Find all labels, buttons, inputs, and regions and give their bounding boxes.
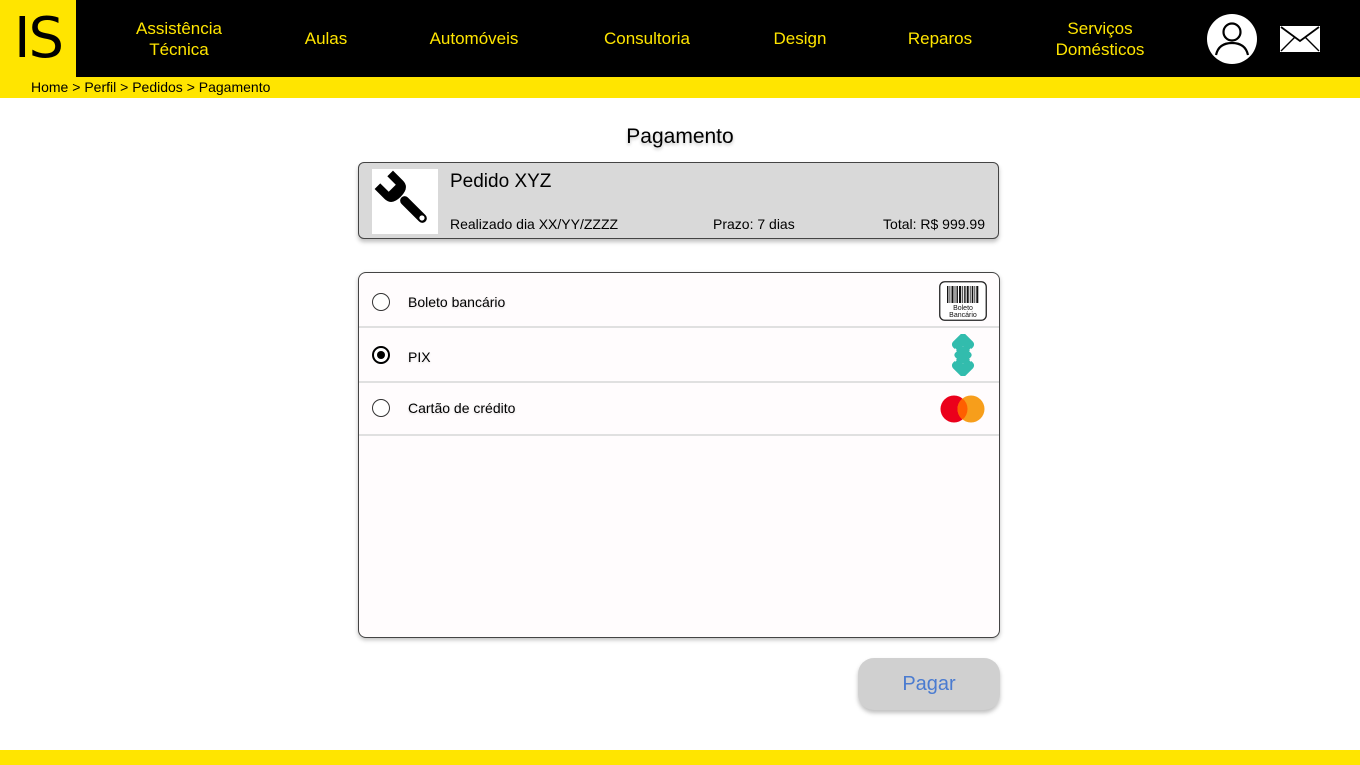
- breadcrumb-home[interactable]: Home: [31, 79, 68, 95]
- user-avatar-icon[interactable]: [1207, 14, 1257, 64]
- payment-label-cartao: Cartão de crédito: [408, 400, 516, 416]
- nav-item-reparos[interactable]: Reparos: [895, 0, 985, 77]
- order-name: Pedido XYZ: [450, 171, 552, 192]
- order-date: Realizado dia XX/YY/ZZZZ: [450, 216, 619, 232]
- nav-label: Consultoria: [604, 29, 690, 48]
- top-navigation-bar: IS Assistência Técnica Aulas Automóveis C…: [0, 0, 1360, 77]
- breadcrumb-perfil[interactable]: Perfil: [84, 79, 116, 95]
- page-title: Pagamento: [626, 125, 734, 148]
- site-logo[interactable]: IS: [0, 0, 76, 77]
- pix-icon: [942, 333, 984, 377]
- nav-label: Automóveis: [429, 29, 519, 48]
- wrench-icon: [372, 169, 438, 234]
- nav-label: Aulas: [304, 29, 348, 48]
- breadcrumb-separator: >: [120, 79, 129, 95]
- payment-methods-panel: Boleto bancário Boleto Bancário PIX Cart…: [358, 272, 1000, 638]
- barcode-icon-text: Boleto: [953, 305, 973, 312]
- barcode-icon-text: Bancário: [949, 312, 977, 319]
- radio-pix[interactable]: [372, 346, 390, 364]
- breadcrumb-current: Pagamento: [198, 79, 271, 95]
- order-total: Total: R$ 999.99: [883, 216, 985, 232]
- nav-label: Técnica: [149, 39, 209, 59]
- nav-item-assistencia-tecnica[interactable]: Assistência Técnica: [118, 0, 240, 77]
- nav-item-servicos-domesticos[interactable]: Serviços Domésticos: [1040, 0, 1160, 77]
- payment-option-boleto[interactable]: Boleto bancário Boleto Bancário: [359, 273, 999, 328]
- payment-option-pix[interactable]: PIX: [359, 328, 999, 383]
- payment-label-pix: PIX: [408, 349, 431, 365]
- payment-label-boleto: Boleto bancário: [408, 294, 506, 310]
- nav-item-automoveis[interactable]: Automóveis: [414, 0, 534, 77]
- envelope-icon[interactable]: [1280, 26, 1320, 52]
- mastercard-icon: [939, 394, 987, 424]
- barcode-icon: Boleto Bancário: [939, 281, 987, 321]
- footer-bar: [0, 750, 1360, 765]
- order-deadline: Prazo: 7 dias: [713, 216, 795, 232]
- nav-item-consultoria[interactable]: Consultoria: [587, 0, 707, 77]
- nav-label: Domésticos: [1055, 39, 1145, 59]
- nav-label: Assistência: [136, 18, 222, 38]
- radio-boleto[interactable]: [372, 293, 390, 311]
- nav-label: Reparos: [907, 29, 973, 48]
- breadcrumb: Home > Perfil > Pedidos > Pagamento: [0, 77, 1360, 98]
- pay-button[interactable]: Pagar: [858, 658, 1000, 710]
- radio-cartao[interactable]: [372, 399, 390, 417]
- logo-text: IS: [13, 5, 64, 71]
- nav-label: Design: [773, 29, 827, 48]
- order-summary-card: Pedido XYZ Realizado dia XX/YY/ZZZZ Praz…: [358, 162, 999, 239]
- nav-label: Serviços: [1067, 18, 1133, 38]
- breadcrumb-pedidos[interactable]: Pedidos: [132, 79, 183, 95]
- nav-item-aulas[interactable]: Aulas: [286, 0, 366, 77]
- breadcrumb-separator: >: [186, 79, 195, 95]
- payment-option-cartao[interactable]: Cartão de crédito: [359, 383, 999, 436]
- breadcrumb-separator: >: [72, 79, 81, 95]
- nav-item-design[interactable]: Design: [760, 0, 840, 77]
